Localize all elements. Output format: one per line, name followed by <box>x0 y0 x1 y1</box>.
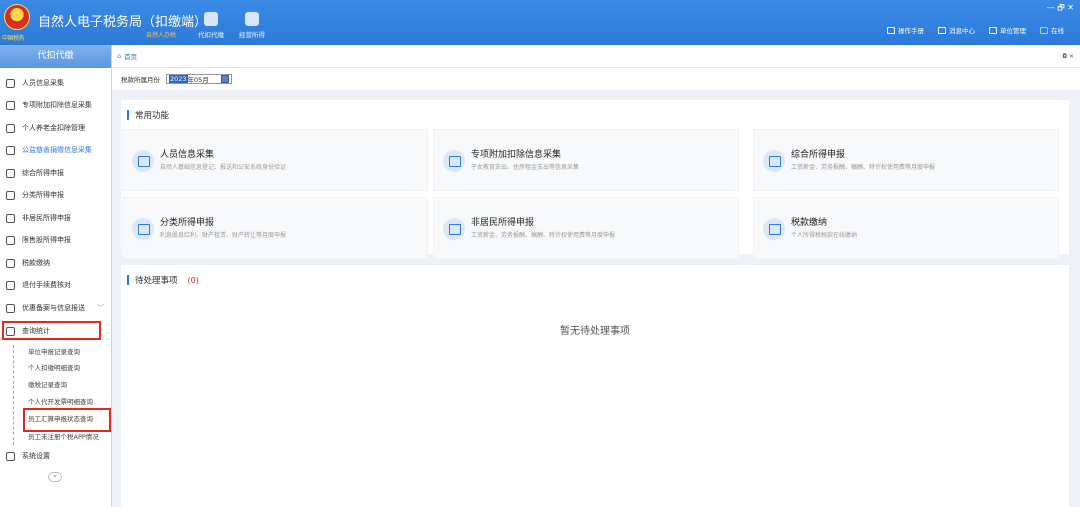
card-icon <box>6 123 15 133</box>
grid-icon <box>6 100 15 110</box>
building-icon <box>989 26 997 34</box>
id-card-icon <box>132 150 154 172</box>
person-icon <box>6 213 15 223</box>
chart-icon <box>6 235 15 245</box>
user-icon <box>6 78 15 88</box>
edit-icon <box>443 218 465 240</box>
message-center-link[interactable]: 消息中心 <box>938 25 975 35</box>
coins-icon <box>245 12 259 26</box>
pie-icon <box>6 190 15 200</box>
wallet-icon <box>6 258 15 268</box>
emblem-text: 中国税务 <box>2 35 25 42</box>
sub-item-personal-withholding[interactable]: 个人扣缴明细查询 <box>28 360 80 376</box>
period-month: 年05月 <box>187 76 209 84</box>
stack-icon <box>6 168 15 178</box>
pending-items-title: 待处理事项 (0) <box>127 274 199 286</box>
sidebar-item-tax-payment[interactable]: 税款缴纳 <box>0 252 112 274</box>
payment-icon <box>763 218 785 240</box>
period-year: 2023 <box>169 75 188 83</box>
common-functions-title: 常用功能 <box>127 109 169 121</box>
receipt-icon <box>6 280 15 290</box>
sidebar-item-classified[interactable]: 分类所得申报 <box>0 184 112 206</box>
period-label: 税款所属月份 <box>121 76 160 84</box>
briefcase-icon <box>204 12 218 26</box>
mail-icon <box>938 26 946 34</box>
sidebar-item-special-deduction[interactable]: 专项附加扣除信息采集 <box>0 94 112 116</box>
nav-withholding[interactable]: 代扣代缴 <box>198 12 224 39</box>
highlight-box-settlement <box>23 408 111 432</box>
app-subtitle: 自然人办税 <box>146 32 177 39</box>
manual-icon <box>887 26 895 34</box>
highlight-box-query <box>2 321 101 340</box>
tab-home[interactable]: 首页 <box>124 51 137 61</box>
pending-empty-message: 暂无待处理事项 <box>560 326 630 337</box>
sub-item-unit-declaration[interactable]: 单位申报记录查询 <box>28 344 80 360</box>
sidebar-item-nonresident[interactable]: 非居民所得申报 <box>0 207 112 229</box>
tree-line <box>13 345 14 445</box>
sidebar-item-pension[interactable]: 个人养老金扣除管理 <box>0 117 112 139</box>
calendar-icon[interactable] <box>220 75 229 83</box>
card-classified-income[interactable]: 分类所得申报 利息股息红利、财产租赁、财产转让等月度申报 <box>122 197 428 259</box>
sidebar-item-refund-fee[interactable]: 退付手续费核对 <box>0 274 112 296</box>
nav-business-income[interactable]: 经营所得 <box>239 12 265 39</box>
home-icon[interactable]: ⌂ <box>117 52 121 60</box>
edit-icon <box>132 218 154 240</box>
card-nonresident-income[interactable]: 非居民所得申报 工资薪金、劳务报酬、稿酬、特许权使用费等月度申报 <box>433 197 739 259</box>
sidebar-item-donation[interactable]: 公益慈善捐赠信息采集 <box>0 139 112 161</box>
sidebar-item-settings[interactable]: 系统设置 <box>0 445 112 467</box>
card-special-deduction[interactable]: 专项附加扣除信息采集 子女教育支出、住房租金支出等信息采集 <box>433 129 739 191</box>
period-input[interactable]: 2023 年05月 <box>166 74 232 84</box>
sub-item-tax-records[interactable]: 缴税记录查询 <box>28 377 67 393</box>
tax-emblem-icon <box>4 4 30 30</box>
unit-management-link[interactable]: 单位管理 <box>989 25 1026 35</box>
sidebar-item-restricted-shares[interactable]: 限售股所得申报 <box>0 229 112 251</box>
card-personnel-info[interactable]: 人员信息采集 自然人基础信息登记、报送和公安系统身份验证 <box>122 129 428 191</box>
header-links: 操作手册 消息中心 单位管理 在线 <box>887 25 1064 35</box>
pending-items-panel: 待处理事项 (0) 暂无待处理事项 <box>121 265 1069 507</box>
tab-bar: ⌂ 首页 <box>112 45 1080 68</box>
app-title: 自然人电子税务局（扣缴端） <box>38 15 208 30</box>
main-area: ⌂ 首页 ◘ ✕ 税款所属月份 2023 年05月 常用功能 人员信息采集 自然… <box>112 45 1080 507</box>
report-icon <box>763 150 785 172</box>
card-comprehensive-income[interactable]: 综合所得申报 工资薪金、劳务报酬、稿酬、特许权使用费等月度申报 <box>753 129 1059 191</box>
chevron-down-icon: ﹀ <box>97 304 104 312</box>
sidebar-item-preferential[interactable]: 优惠备案与信息报送 ﹀ <box>0 297 112 319</box>
gear-icon <box>6 451 15 461</box>
sidebar-item-personnel[interactable]: 人员信息采集 <box>0 72 112 94</box>
form-icon <box>443 150 465 172</box>
doc-icon <box>6 303 15 313</box>
sidebar-title: 代扣代缴 <box>0 45 111 68</box>
tab-controls[interactable]: ◘ ✕ <box>1062 53 1074 60</box>
period-bar: 税款所属月份 2023 年05月 <box>112 68 1080 90</box>
monitor-icon <box>1040 26 1048 34</box>
collapse-sidebar-button[interactable]: « <box>48 472 62 482</box>
donation-icon <box>6 145 15 155</box>
online-status[interactable]: 在线 <box>1040 25 1064 35</box>
card-tax-payment[interactable]: 税款缴纳 个人所得税税款在线缴纳 <box>753 197 1059 259</box>
sidebar-item-comprehensive[interactable]: 综合所得申报 <box>0 162 112 184</box>
top-bar: 中国税务 自然人电子税务局（扣缴端） 自然人办税 代扣代缴 经营所得 — 🗗 ✕… <box>0 0 1080 45</box>
manual-link[interactable]: 操作手册 <box>887 25 924 35</box>
common-functions-panel: 常用功能 人员信息采集 自然人基础信息登记、报送和公安系统身份验证 专项附加扣除… <box>121 100 1069 259</box>
window-controls[interactable]: — 🗗 ✕ <box>1047 2 1074 16</box>
pending-count: (0) <box>187 275 199 285</box>
sidebar: 代扣代缴 人员信息采集 专项附加扣除信息采集 个人养老金扣除管理 公益慈善捐赠信… <box>0 45 112 507</box>
